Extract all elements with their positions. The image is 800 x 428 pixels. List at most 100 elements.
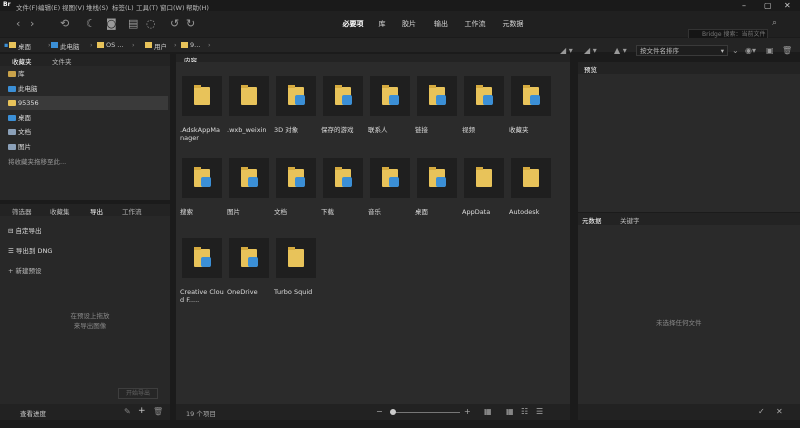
visibility-icon[interactable]: ◉▾ (745, 46, 756, 55)
grid-lock-icon[interactable]: ▦ (484, 407, 492, 416)
folder-tile[interactable] (229, 238, 269, 278)
tab-folders[interactable]: 文件夹 (52, 56, 72, 66)
folder-label: 联系人 (368, 126, 388, 134)
folder-icon (8, 85, 16, 92)
folder-tile[interactable] (323, 158, 363, 198)
forward-icon[interactable]: › (30, 17, 34, 30)
folder-tile[interactable] (417, 158, 457, 198)
folder-icon (97, 42, 104, 48)
minimize-icon[interactable]: – (742, 1, 746, 10)
workspace-essentials[interactable]: 必要项 (333, 17, 373, 31)
menu-bar: Br 文件(F) 编辑(E) 视图(V) 堆栈(S) 标签(L) 工具(T) 窗口(W) 帮助… (0, 0, 800, 12)
breadcrumb-item[interactable]: OS ... (106, 41, 124, 49)
folder-label: 桌面 (415, 208, 428, 216)
new-folder-icon[interactable]: ▣ (766, 46, 774, 55)
folder-tile[interactable] (276, 76, 316, 116)
folder-tile[interactable] (182, 238, 222, 278)
folder-label: Creative Cloud F..... (180, 288, 224, 304)
breadcrumb-item[interactable]: 桌面 (18, 41, 31, 51)
maximize-icon[interactable]: ▢ (764, 1, 772, 10)
workspace-tab[interactable]: 工作流 (458, 17, 492, 31)
rotate-left-icon[interactable]: ↺ (170, 17, 179, 30)
folder-tile[interactable] (229, 158, 269, 198)
cancel-icon[interactable]: ✕ (776, 407, 783, 416)
folder-tile[interactable] (417, 76, 457, 116)
sort-dropdown[interactable]: 按文件名排序 ▾ (636, 45, 728, 56)
tab-preview[interactable]: 预览 (584, 64, 597, 74)
zoom-slider[interactable] (390, 412, 460, 413)
zoom-out-icon[interactable]: − (376, 407, 383, 416)
workspace-tab[interactable]: 输出 (428, 17, 454, 31)
edit-icon[interactable]: ✎ (124, 407, 131, 416)
export-item-custom[interactable]: ⊟ 自定导出 (8, 225, 42, 235)
folder-tile[interactable] (464, 158, 504, 198)
hint-line: 在预设上拖放 (70, 312, 110, 320)
list-view-icon[interactable]: ☰ (536, 407, 543, 416)
tab-favorites[interactable]: 收藏夹 (12, 56, 32, 66)
close-icon[interactable]: ✕ (784, 1, 791, 10)
favorite-item[interactable]: 桌面 (0, 111, 168, 125)
folder-tile[interactable] (323, 76, 363, 116)
hint-line: 来导出图像 (73, 322, 107, 330)
tab-keywords[interactable]: 关键字 (620, 215, 640, 225)
back-icon[interactable]: ‹ (16, 17, 20, 30)
thumbnail-view-icon[interactable]: ▦ (506, 407, 514, 416)
open-in-camera-raw-icon[interactable]: ◌ (146, 17, 156, 30)
zoom-in-icon[interactable]: + (464, 407, 471, 416)
favorite-item[interactable]: 图片 (0, 140, 168, 154)
filter-icon[interactable]: ▲ ▾ (614, 46, 627, 55)
workspace-tab[interactable]: 元数据 (496, 17, 530, 31)
chevron-right-icon: › (132, 41, 135, 49)
right-footer: ✓ ✕ (578, 404, 800, 420)
tab-metadata[interactable]: 元数据 (582, 215, 602, 225)
delete-icon[interactable]: 🗑 (153, 407, 163, 416)
search-icon[interactable]: ⌕ (772, 18, 777, 28)
folder-icon (145, 42, 152, 48)
refine-icon[interactable]: ▤ (128, 17, 138, 30)
export-item-dng[interactable]: ☰ 导出到 DNG (8, 245, 52, 255)
tab-workflow[interactable]: 工作流 (122, 206, 142, 216)
favorite-item[interactable]: 此电脑 (0, 82, 168, 96)
breadcrumb-item[interactable]: 9... (190, 41, 200, 49)
start-export-button[interactable]: 开始导出 (118, 388, 158, 399)
recent-icon[interactable]: ⟲ (60, 17, 69, 30)
folder-tile[interactable] (511, 76, 551, 116)
folder-icon (8, 100, 16, 106)
folder-tile[interactable] (370, 158, 410, 198)
metadata-tabbar: 元数据 关键字 (578, 213, 800, 225)
new-preset-button[interactable]: + 新建预设 (8, 265, 42, 275)
favorite-label: 图片 (18, 142, 31, 151)
sort-direction-icon[interactable]: ⌄ (732, 46, 739, 55)
tab-export[interactable]: 导出 (90, 206, 103, 216)
folder-tile[interactable] (182, 76, 222, 116)
tab-collections[interactable]: 收藏集 (50, 206, 70, 216)
rotate-right-icon[interactable]: ↻ (186, 17, 195, 30)
workspace-tab[interactable]: 库 (374, 17, 390, 31)
chevron-right-icon: › (90, 41, 93, 49)
folder-tile[interactable] (276, 238, 316, 278)
view-progress-link[interactable]: 查看进度 (20, 408, 46, 418)
add-icon[interactable]: + (138, 406, 146, 416)
folder-tile[interactable] (182, 158, 222, 198)
favorite-item[interactable]: 95356 (0, 96, 168, 110)
folder-tile[interactable] (229, 76, 269, 116)
apply-icon[interactable]: ✓ (758, 407, 765, 416)
boomerang-icon[interactable]: ☾ (86, 17, 96, 30)
folder-tile[interactable] (464, 76, 504, 116)
folder-tile[interactable] (511, 158, 551, 198)
folder-badge-icon (389, 177, 399, 187)
workspace-tab[interactable]: 胶片 (396, 17, 422, 31)
folder-tile[interactable] (276, 158, 316, 198)
tab-filter[interactable]: 筛选器 (12, 206, 32, 216)
trash-icon[interactable]: 🗑 (782, 46, 792, 55)
details-view-icon[interactable]: ☷ (521, 407, 528, 416)
folder-tile[interactable] (370, 76, 410, 116)
camera-icon[interactable]: ◙ (106, 17, 117, 30)
breadcrumb-item[interactable]: 此电脑 (60, 41, 80, 51)
favorite-item[interactable]: 库 (0, 67, 168, 81)
sort-filter-icon[interactable]: ◢ ▾ (584, 46, 597, 55)
folder-label: 音乐 (368, 208, 381, 216)
breadcrumb-item[interactable]: 用户 (154, 41, 167, 51)
favorite-item[interactable]: 文档 (0, 125, 168, 139)
zoom-slider-thumb[interactable] (390, 409, 396, 415)
